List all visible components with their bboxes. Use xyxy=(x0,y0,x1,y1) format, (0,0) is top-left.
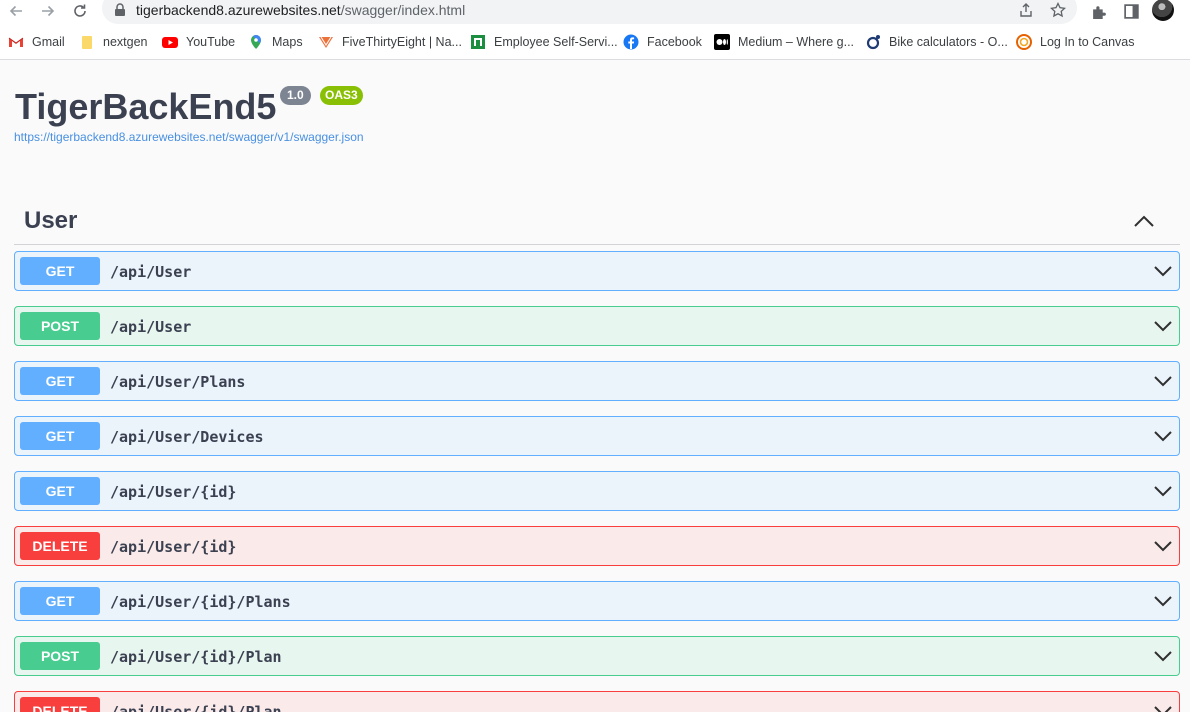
forward-button[interactable] xyxy=(37,0,59,22)
get-method-badge: GET xyxy=(20,257,100,285)
operation-row[interactable]: POST/api/User/{id}/Plan xyxy=(14,636,1180,676)
version-badge: 1.0 xyxy=(280,86,311,105)
browser-toolbar: tigerbackend8.azurewebsites.net/swagger/… xyxy=(0,0,1190,24)
operation-path: /api/User xyxy=(110,263,192,281)
operation-path: /api/User/{id}/Plan xyxy=(110,648,282,666)
swagger-page: TigerBackEnd5 1.0 OAS3 https://tigerback… xyxy=(0,61,1190,712)
operation-row[interactable]: DELETE/api/User/{id} xyxy=(14,526,1180,566)
bookmarks-bar: Gmail nextgen YouTube Maps FiveThirtyEig… xyxy=(0,24,1190,60)
bookmark-employee-self-service[interactable]: Employee Self-Servi... xyxy=(470,33,618,51)
operation-row[interactable]: POST/api/User xyxy=(14,306,1180,346)
gmail-icon xyxy=(8,34,24,50)
tag-section-header[interactable]: User xyxy=(14,199,1180,245)
bookmark-facebook[interactable]: Facebook xyxy=(623,33,702,51)
tag-name: User xyxy=(24,207,78,234)
chevron-down-icon[interactable] xyxy=(1153,591,1173,611)
chevron-down-icon[interactable] xyxy=(1153,701,1173,712)
address-bar[interactable]: tigerbackend8.azurewebsites.net/swagger/… xyxy=(102,0,1077,24)
operation-path: /api/User/{id}/Plans xyxy=(110,593,291,611)
bookmark-fivethirtyeight[interactable]: FiveThirtyEight | Na... xyxy=(318,33,462,51)
api-title: TigerBackEnd5 xyxy=(15,86,277,127)
bookmark-nextgen[interactable]: nextgen xyxy=(79,33,147,51)
operation-path: /api/User/{id}/Plan xyxy=(110,703,282,712)
oas-badge: OAS3 xyxy=(320,86,363,105)
share-icon xyxy=(1020,3,1032,17)
facebook-icon xyxy=(623,34,639,50)
bookmark-label: YouTube xyxy=(186,35,236,49)
post-method-badge: POST xyxy=(20,312,100,340)
chevron-down-icon[interactable] xyxy=(1153,646,1173,666)
side-panel-button[interactable] xyxy=(1121,1,1141,21)
bookmark-gmail[interactable]: Gmail xyxy=(8,33,65,51)
arrow-left-icon xyxy=(9,5,22,17)
canvas-icon xyxy=(1016,34,1032,50)
bookmark-bike-calculators[interactable]: Bike calculators - O... xyxy=(865,33,1008,51)
chevron-down-icon[interactable] xyxy=(1153,536,1173,556)
url-text[interactable]: tigerbackend8.azurewebsites.net/swagger/… xyxy=(136,2,465,18)
reload-button[interactable] xyxy=(69,0,91,22)
avatar[interactable] xyxy=(1152,0,1174,21)
bookmark-label: Bike calculators - O... xyxy=(889,35,1008,49)
extensions-button[interactable] xyxy=(1089,1,1109,21)
bookmark-star-button[interactable] xyxy=(1049,1,1067,19)
url-path: /swagger/index.html xyxy=(340,2,466,18)
bookmark-maps[interactable]: Maps xyxy=(248,33,303,51)
spec-url-link[interactable]: https://tigerbackend8.azurewebsites.net/… xyxy=(14,130,364,144)
get-method-badge: GET xyxy=(20,587,100,615)
get-method-badge: GET xyxy=(20,367,100,395)
bookmark-label: Employee Self-Servi... xyxy=(494,35,618,49)
side-panel-icon xyxy=(1123,3,1139,19)
share-button[interactable] xyxy=(1017,1,1035,19)
lock-icon xyxy=(115,3,125,16)
operation-row[interactable]: GET/api/User/Plans xyxy=(14,361,1180,401)
post-method-badge: POST xyxy=(20,642,100,670)
youtube-icon xyxy=(162,34,178,50)
chevron-down-icon[interactable] xyxy=(1153,261,1173,281)
chevron-up-icon[interactable] xyxy=(1132,209,1156,233)
operation-path: /api/User/Plans xyxy=(110,373,246,391)
operation-path: /api/User xyxy=(110,318,192,336)
delete-method-badge: DELETE xyxy=(20,532,100,560)
chevron-down-icon[interactable] xyxy=(1153,371,1173,391)
operation-row[interactable]: GET/api/User/{id} xyxy=(14,471,1180,511)
arrow-right-icon xyxy=(42,5,55,17)
operation-row[interactable]: GET/api/User/{id}/Plans xyxy=(14,581,1180,621)
chevron-down-icon[interactable] xyxy=(1153,426,1173,446)
bookmark-label: nextgen xyxy=(103,35,148,49)
get-method-badge: GET xyxy=(20,477,100,505)
delete-method-badge: DELETE xyxy=(20,697,100,712)
url-host: tigerbackend8.azurewebsites.net xyxy=(136,2,341,18)
operation-path: /api/User/Devices xyxy=(110,428,264,446)
operation-path: /api/User/{id} xyxy=(110,538,237,556)
bookmark-label: Log In to Canvas xyxy=(1040,35,1135,49)
bookmark-youtube[interactable]: YouTube xyxy=(162,33,235,51)
operation-row[interactable]: GET/api/User xyxy=(14,251,1180,291)
bookmark-medium[interactable]: Medium – Where g... xyxy=(714,33,854,51)
operation-row[interactable]: GET/api/User/Devices xyxy=(14,416,1180,456)
medium-icon xyxy=(714,34,730,50)
get-method-badge: GET xyxy=(20,422,100,450)
folder-icon xyxy=(79,34,95,50)
operation-row[interactable]: DELETE/api/User/{id}/Plan xyxy=(14,691,1180,712)
bookmark-label: Maps xyxy=(272,35,303,49)
operation-path: /api/User/{id} xyxy=(110,483,237,501)
employee-icon xyxy=(470,34,486,50)
chevron-down-icon[interactable] xyxy=(1153,316,1173,336)
bookmark-canvas[interactable]: Log In to Canvas xyxy=(1016,33,1135,51)
bookmark-label: Medium – Where g... xyxy=(738,35,855,49)
fivethirtyeight-icon xyxy=(318,34,334,50)
star-icon xyxy=(1050,2,1066,18)
bookmark-label: Gmail xyxy=(32,35,65,49)
bookmark-label: FiveThirtyEight | Na... xyxy=(342,35,462,49)
bike-icon xyxy=(865,34,881,50)
maps-icon xyxy=(248,34,264,50)
bookmark-label: Facebook xyxy=(647,35,702,49)
reload-icon xyxy=(74,4,86,17)
chevron-down-icon[interactable] xyxy=(1153,481,1173,501)
puzzle-icon xyxy=(1092,5,1106,19)
back-button[interactable] xyxy=(5,0,27,22)
